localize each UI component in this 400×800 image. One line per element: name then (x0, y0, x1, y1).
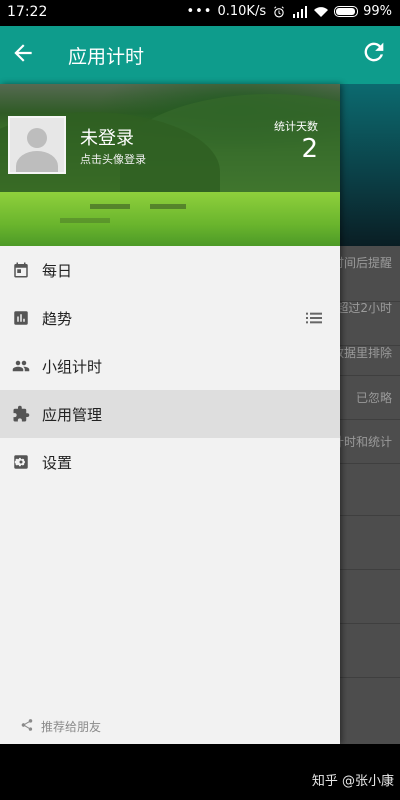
menu-item-app-management[interactable]: 应用管理 (0, 390, 340, 438)
header-background-image (0, 192, 340, 246)
background-list-item (330, 516, 400, 570)
settings-icon (14, 455, 28, 469)
arrow-back-icon[interactable] (10, 40, 36, 66)
menu-item-daily[interactable]: 每日 (0, 246, 340, 294)
alarm-icon (274, 5, 284, 17)
status-indicators: ••• 0.10K/s 99% (186, 4, 392, 19)
network-speed: 0.10K/s (217, 4, 267, 19)
login-hint: 点击头像登录 (80, 153, 146, 166)
bar-chart-icon (14, 311, 28, 325)
drawer-menu: 每日 趋势 小组计时 应用管理 设置 (0, 246, 340, 486)
puzzle-icon (13, 405, 30, 422)
share-icon (21, 719, 33, 731)
menu-item-label: 应用管理 (42, 405, 103, 424)
stat-days-label: 统计天数 (274, 120, 318, 133)
calendar-icon (14, 262, 28, 278)
hd-signal-icon (293, 5, 308, 18)
avatar[interactable] (8, 116, 66, 174)
menu-item-label: 趋势 (42, 309, 73, 328)
user-name: 未登录 (80, 128, 134, 149)
background-list-item: 计时和统计 (330, 420, 400, 464)
menu-item-trend[interactable]: 趋势 (0, 294, 340, 342)
background-list-item: 超过2小时 (330, 302, 400, 346)
status-bar: 17:22 ••• 0.10K/s 99% (0, 0, 400, 26)
more-notifications-icon: ••• (186, 4, 213, 19)
background-list-item: 已忽略 (330, 376, 400, 420)
battery-percent: 99% (363, 4, 392, 19)
status-time: 17:22 (7, 4, 48, 20)
menu-item-label: 设置 (42, 453, 73, 472)
stat-days-value: 2 (301, 134, 318, 164)
drawer-header: 未登录 点击头像登录 统计天数 2 (0, 84, 340, 246)
watermark: 知乎 @张小康 (311, 774, 394, 789)
battery-icon (334, 6, 359, 17)
background-list-item: 数据里排除 (330, 346, 400, 376)
navigation-drawer: 未登录 点击头像登录 统计天数 2 每日 趋势 小组计时 应用管理 设置 推荐给… (0, 84, 340, 744)
share-to-friends-link[interactable]: 推荐给朋友 (0, 714, 200, 738)
menu-item-label: 每日 (42, 261, 73, 280)
background-list-item (330, 570, 400, 624)
refresh-icon[interactable] (360, 38, 388, 66)
app-title: 应用计时 (68, 46, 145, 68)
wifi-icon (314, 6, 329, 17)
list-icon[interactable] (306, 311, 322, 325)
background-list-item (330, 624, 400, 678)
share-label: 推荐给朋友 (41, 720, 102, 734)
background-list-item (330, 464, 400, 516)
background-header (330, 84, 400, 246)
group-icon (12, 360, 30, 372)
menu-item-group-timing[interactable]: 小组计时 (0, 342, 340, 390)
menu-item-label: 小组计时 (42, 357, 103, 376)
background-list-item: 时间后提醒 (330, 246, 400, 302)
app-bar: 应用计时 (0, 26, 400, 84)
menu-item-settings[interactable]: 设置 (0, 438, 340, 486)
